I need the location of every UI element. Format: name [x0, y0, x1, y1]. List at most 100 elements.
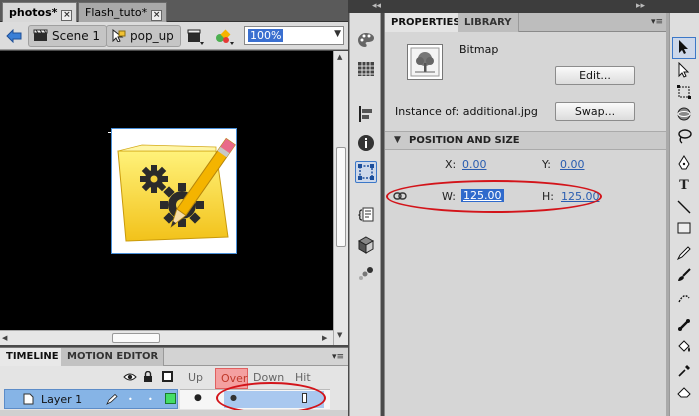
- motion-presets-icon[interactable]: [357, 265, 375, 283]
- scroll-left-icon[interactable]: ◀: [2, 334, 7, 342]
- tab-flash-tuto[interactable]: Flash_tuto* ×: [78, 2, 168, 22]
- components-icon[interactable]: [357, 236, 375, 254]
- lasso-tool-icon[interactable]: [674, 128, 694, 146]
- instance-of-row: Instance of: additional.jpg: [395, 105, 538, 118]
- selection-tool-icon[interactable]: [674, 39, 694, 57]
- frame-over-highlight[interactable]: Over: [215, 368, 248, 389]
- clapperboard-icon: [33, 29, 48, 42]
- timeline-bottom-edge: [0, 410, 348, 416]
- object-type-label: Bitmap: [459, 43, 499, 56]
- code-snippets-icon[interactable]: [357, 206, 375, 224]
- position-size-section-header[interactable]: ▼ POSITION AND SIZE: [385, 131, 667, 150]
- stage-vertical-scrollbar[interactable]: ▲ ▼: [333, 51, 348, 345]
- swatches-icon[interactable]: [357, 60, 375, 78]
- 3d-rotation-tool-icon[interactable]: [674, 106, 694, 124]
- tab-library[interactable]: LIBRARY: [458, 13, 519, 32]
- scroll-up-icon[interactable]: ▲: [337, 53, 342, 61]
- frame-label-hit: Hit: [295, 371, 311, 384]
- horizontal-scroll-thumb[interactable]: [112, 333, 160, 343]
- visibility-dot[interactable]: •: [128, 395, 133, 404]
- panel-header-bar: ◂◂ ▸▸: [348, 0, 699, 13]
- y-label: Y:: [542, 158, 551, 171]
- scroll-down-icon[interactable]: ▼: [337, 331, 342, 339]
- tab-flash-tuto-label: Flash_tuto*: [85, 6, 148, 19]
- button-symbol-icon: [111, 28, 126, 43]
- subselection-tool-icon[interactable]: [674, 61, 694, 80]
- outline-icon[interactable]: [162, 371, 173, 382]
- stage-horizontal-scrollbar[interactable]: ◀ ▶: [0, 330, 333, 345]
- keyframe-dot-over[interactable]: ●: [230, 393, 237, 402]
- eraser-tool-icon[interactable]: [674, 386, 694, 404]
- text-tool-icon[interactable]: T: [674, 177, 694, 195]
- edit-bar: Scene 1 pop_up 100% ▼: [0, 22, 348, 50]
- edit-symbols-icon[interactable]: [214, 28, 236, 46]
- keyframe-dot[interactable]: ●: [194, 393, 202, 403]
- line-tool-icon[interactable]: [674, 200, 694, 218]
- end-frame-marker[interactable]: [302, 393, 307, 403]
- section-title: POSITION AND SIZE: [409, 135, 520, 146]
- rectangle-tool-icon[interactable]: [674, 222, 694, 240]
- w-label: W:: [442, 190, 456, 203]
- close-icon[interactable]: ×: [151, 10, 163, 21]
- deco-tool-icon[interactable]: [674, 290, 694, 308]
- bone-tool-icon[interactable]: [674, 318, 694, 336]
- collapse-right-icon[interactable]: ▸▸: [636, 1, 645, 11]
- properties-tab-bar: PROPERTIES LIBRARY ▾≡: [385, 13, 667, 32]
- scene-label: Scene 1: [52, 29, 101, 43]
- lock-icon[interactable]: [143, 370, 153, 383]
- arrow-left-icon[interactable]: [6, 28, 22, 44]
- scroll-right-icon[interactable]: ▶: [322, 334, 327, 342]
- pencil-tool-icon[interactable]: [674, 246, 694, 264]
- panel-menu-icon[interactable]: ▾≡: [332, 352, 344, 362]
- eye-icon[interactable]: [123, 372, 137, 382]
- frame-label-over: Over: [221, 372, 248, 385]
- eyedropper-tool-icon[interactable]: [674, 364, 694, 382]
- edit-button[interactable]: Edit...: [555, 66, 635, 85]
- color-palette-icon[interactable]: [357, 31, 375, 49]
- align-icon[interactable]: [357, 105, 375, 123]
- h-label: H:: [542, 190, 554, 203]
- swap-button[interactable]: Swap...: [555, 102, 635, 121]
- gear-pencil-icon: [117, 137, 236, 242]
- zoom-value: 100%: [248, 29, 284, 42]
- chevron-down-icon[interactable]: ▼: [334, 29, 341, 39]
- zoom-select[interactable]: 100% ▼: [244, 26, 344, 45]
- h-value[interactable]: 125.00: [561, 190, 600, 203]
- pen-tool-icon[interactable]: [674, 155, 694, 173]
- frame-label-up: Up: [188, 371, 204, 384]
- w-value[interactable]: 125.00: [461, 189, 504, 202]
- collapse-left-icon[interactable]: ◂◂: [372, 1, 381, 11]
- close-icon[interactable]: ×: [61, 10, 73, 21]
- breadcrumb-scene[interactable]: Scene 1: [28, 25, 108, 47]
- tab-photos[interactable]: photos* ×: [2, 2, 78, 22]
- instance-value: additional.jpg: [462, 105, 538, 118]
- edit-scene-icon[interactable]: [186, 28, 206, 46]
- info-icon[interactable]: [357, 134, 375, 152]
- panel-menu-icon[interactable]: ▾≡: [651, 17, 663, 27]
- paint-bucket-tool-icon[interactable]: [674, 340, 694, 358]
- collapse-triangle-icon[interactable]: ▼: [394, 135, 401, 145]
- layer-row[interactable]: Layer 1 • •: [4, 389, 178, 409]
- document-tab-bar: photos* × Flash_tuto* ×: [0, 0, 348, 22]
- layer-page-icon: [23, 393, 34, 405]
- x-value[interactable]: 0.00: [462, 158, 487, 171]
- transform-icon[interactable]: [355, 161, 377, 183]
- tab-properties[interactable]: PROPERTIES: [385, 13, 468, 32]
- link-icon[interactable]: [393, 191, 407, 201]
- bitmap-instance[interactable]: [111, 128, 237, 254]
- breadcrumb-symbol[interactable]: pop_up: [106, 25, 181, 47]
- pencil-icon: [106, 393, 118, 405]
- lock-dot[interactable]: •: [148, 395, 153, 404]
- vertical-scroll-thumb[interactable]: [336, 147, 346, 247]
- panel-icon-strip: [349, 13, 381, 416]
- instance-label: Instance of:: [395, 105, 460, 118]
- tab-timeline[interactable]: TIMELINE: [0, 348, 65, 366]
- tab-motion-editor[interactable]: MOTION EDITOR: [61, 348, 165, 366]
- selected-frames[interactable]: ●: [224, 391, 324, 408]
- layer-color-swatch[interactable]: [165, 393, 176, 404]
- stage[interactable]: [0, 51, 333, 330]
- y-value[interactable]: 0.00: [560, 158, 585, 171]
- brush-tool-icon[interactable]: [674, 268, 694, 286]
- free-transform-tool-icon[interactable]: [674, 84, 694, 102]
- symbol-label: pop_up: [130, 29, 174, 43]
